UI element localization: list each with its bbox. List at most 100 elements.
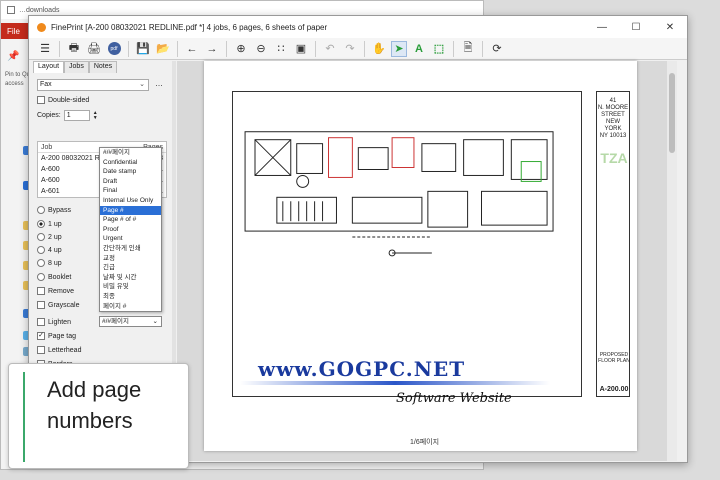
dropdown-item[interactable]: 교정 — [100, 254, 161, 264]
dropdown-item[interactable]: Internal Use Only — [100, 196, 161, 206]
grid-view-icon[interactable]: ∷ — [273, 41, 289, 57]
architect-logo: TZA — [600, 150, 628, 166]
watermark-url: www.GOGPC.NET — [258, 357, 466, 381]
floor-plan-drawing — [232, 91, 582, 397]
printer-select[interactable]: Fax ⌄ — [37, 79, 149, 91]
grayscale-checkbox[interactable] — [37, 301, 45, 309]
tab-jobs[interactable]: Jobs — [64, 61, 89, 73]
scrollbar-thumb[interactable] — [669, 73, 675, 153]
dropdown-item[interactable]: 최종 — [100, 292, 161, 302]
undo-icon[interactable]: ↶ — [322, 41, 338, 57]
printer-setup-icon[interactable]: 🖨 — [86, 41, 102, 57]
refresh-icon[interactable]: ⟳ — [489, 41, 505, 57]
toolbar-divider — [315, 40, 316, 57]
redo-icon[interactable]: ↷ — [342, 41, 358, 57]
zoom-in-icon[interactable]: ⊕ — [233, 41, 249, 57]
hand-tool-icon[interactable]: ✋ — [371, 41, 387, 57]
remove-checkbox[interactable] — [37, 287, 45, 295]
open-folder-icon[interactable]: 📂 — [155, 41, 171, 57]
layout-4up-label: 4 up — [48, 246, 62, 254]
printer-select-value: Fax — [40, 81, 52, 88]
grayscale-option[interactable]: Grayscale — [37, 301, 80, 309]
minimize-button[interactable]: — — [585, 16, 619, 38]
watermark-underline — [240, 381, 550, 385]
dropdown-item[interactable]: Proof — [100, 225, 161, 235]
toolbar-divider — [453, 40, 454, 57]
letterhead-checkbox[interactable] — [37, 346, 45, 354]
dropdown-item-selected[interactable]: Page # — [100, 205, 161, 216]
layout-8up-option[interactable]: 8 up — [37, 259, 62, 267]
toolbar-divider — [59, 40, 60, 57]
copies-input[interactable]: 1 — [63, 110, 90, 121]
lighten-checkbox[interactable] — [37, 318, 45, 326]
pdf-icon[interactable]: pdf — [106, 41, 122, 57]
dropdown-item[interactable]: 날짜 및 시간 — [100, 273, 161, 283]
layout-4up-radio[interactable] — [37, 246, 45, 254]
page-tag-select[interactable]: #/#페이지 ⌄ — [99, 316, 162, 327]
vertical-scrollbar[interactable] — [667, 61, 677, 461]
dropdown-item[interactable]: 긴급 — [100, 263, 161, 273]
dropdown-item[interactable]: 비밀 유및 — [100, 282, 161, 292]
menu-icon[interactable]: ☰ — [37, 41, 53, 57]
copies-label: Copies: — [37, 112, 61, 119]
layout-4up-option[interactable]: 4 up — [37, 246, 62, 254]
save-icon[interactable]: 💾 — [135, 41, 151, 57]
dropdown-item[interactable]: 간단하게 인쇄 — [100, 244, 161, 254]
lighten-option[interactable]: Lighten — [37, 318, 71, 326]
toolbar-divider — [177, 40, 178, 57]
dropdown-item[interactable]: 페이지 # — [100, 302, 161, 312]
maximize-button[interactable]: ☐ — [619, 16, 653, 38]
close-button[interactable]: ✕ — [653, 16, 687, 38]
booklet-option[interactable]: Booklet — [37, 273, 71, 281]
text-tool-icon[interactable]: A — [411, 41, 427, 57]
tab-layout[interactable]: Layout — [33, 61, 65, 73]
page-tag-dropdown-list: #/#페이지 Confidential Date stamp Draft Fin… — [99, 147, 162, 313]
chevron-down-icon: ⌄ — [152, 318, 158, 325]
dropdown-item[interactable]: Final — [100, 186, 161, 196]
dropdown-item[interactable]: Confidential — [100, 158, 161, 168]
layout-8up-label: 8 up — [48, 259, 62, 267]
fit-page-icon[interactable]: ▣ — [293, 41, 309, 57]
toolbar-divider — [128, 40, 129, 57]
tab-notes[interactable]: Notes — [88, 61, 118, 73]
zoom-out-icon[interactable]: ⊖ — [253, 41, 269, 57]
page-tag-option[interactable]: ✓ Page tag — [37, 332, 76, 340]
layout-2up-label: 2 up — [48, 233, 62, 241]
layout-1up-radio[interactable] — [37, 220, 45, 228]
bypass-option[interactable]: Bypass — [37, 206, 71, 214]
toolbar-divider — [364, 40, 365, 57]
bypass-radio[interactable] — [37, 206, 45, 214]
print-icon[interactable]: 🖶 — [66, 41, 82, 57]
pin-icon[interactable]: 📌 — [7, 51, 19, 62]
dropdown-item[interactable]: Draft — [100, 177, 161, 187]
layout-2up-option[interactable]: 2 up — [37, 233, 62, 241]
double-sided-checkbox[interactable] — [37, 96, 45, 104]
page-tag-select-value: #/#페이지 — [102, 318, 129, 325]
letterhead-option[interactable]: Letterhead — [37, 346, 81, 354]
dropdown-item[interactable]: Date stamp — [100, 167, 161, 177]
remove-option[interactable]: Remove — [37, 287, 74, 295]
page-tag-checkbox[interactable]: ✓ — [37, 332, 45, 340]
select-tool-icon[interactable]: ➤ — [391, 40, 407, 57]
booklet-radio[interactable] — [37, 273, 45, 281]
layout-8up-radio[interactable] — [37, 259, 45, 267]
watermark-subtitle: Software Website — [396, 391, 512, 406]
dropdown-item[interactable]: Urgent — [100, 234, 161, 244]
crop-tool-icon[interactable]: ⬚ — [431, 41, 447, 57]
more-options-button[interactable]: … — [155, 79, 163, 88]
dropdown-item[interactable]: #/#페이지 — [100, 148, 161, 158]
double-sided-label: Double-sided — [48, 96, 90, 104]
checkbox-icon — [7, 6, 15, 14]
feature-callout: Add page numbers — [8, 363, 189, 469]
copies-stepper-icon[interactable]: ▲ ▼ — [93, 110, 98, 121]
back-icon[interactable]: ← — [184, 41, 200, 57]
address-line: 41 — [609, 98, 617, 104]
title-bar: FinePrint [A-200 08032021 REDLINE.pdf *]… — [29, 16, 687, 38]
forward-icon[interactable]: → — [204, 41, 220, 57]
dropdown-item[interactable]: Page # of # — [100, 215, 161, 225]
layout-1up-option[interactable]: 1 up — [37, 220, 62, 228]
lighten-label: Lighten — [48, 318, 71, 326]
double-sided-option[interactable]: Double-sided — [37, 96, 89, 104]
letterhead-icon[interactable]: 🗎 — [460, 41, 476, 57]
layout-2up-radio[interactable] — [37, 233, 45, 241]
